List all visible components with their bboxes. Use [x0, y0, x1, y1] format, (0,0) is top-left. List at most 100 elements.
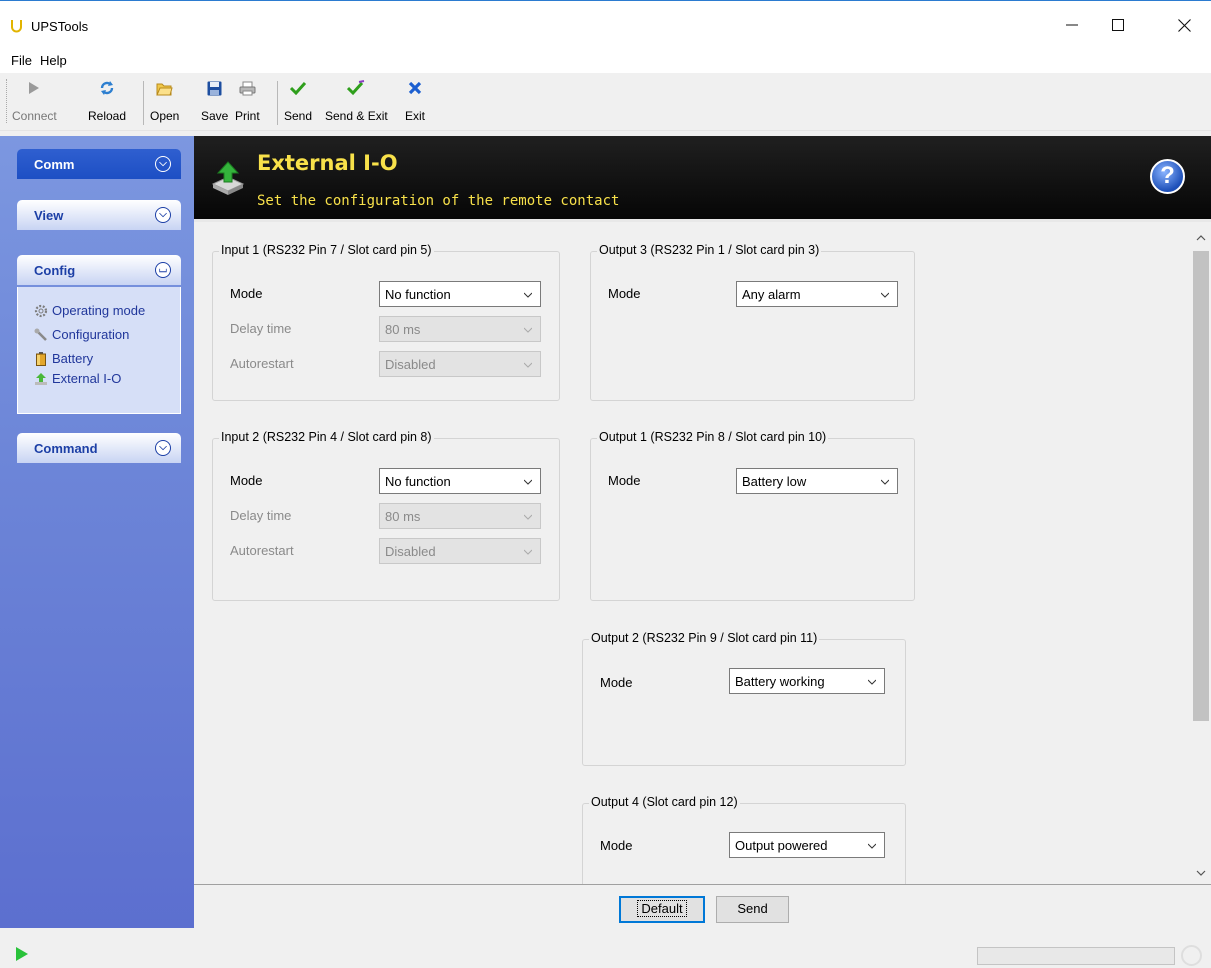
play-status-icon — [16, 947, 28, 961]
checkmark-icon — [289, 79, 307, 97]
save-label: Save — [201, 109, 229, 123]
toolbar-separator — [143, 81, 144, 125]
menu-bar: File Help — [0, 48, 1211, 73]
reload-icon — [98, 79, 116, 97]
panel-title: Comm — [34, 156, 75, 172]
input2-autorestart-select[interactable]: Disabled — [379, 538, 541, 564]
input1-mode-select[interactable]: No function — [379, 281, 541, 307]
vertical-scrollbar[interactable] — [1191, 229, 1211, 884]
select-value: Battery low — [742, 474, 807, 489]
output4-mode-select[interactable]: Output powered — [729, 832, 885, 858]
input2-mode-select[interactable]: No function — [379, 468, 541, 494]
chevron-double-down-icon[interactable]: ⌵ — [155, 156, 171, 172]
sidebar-item-battery[interactable]: Battery — [34, 351, 93, 366]
menu-help[interactable]: Help — [40, 53, 67, 68]
output3-mode-select[interactable]: Any alarm — [736, 281, 898, 307]
print-button[interactable]: Print — [235, 79, 260, 127]
group-title: Input 1 (RS232 Pin 7 / Slot card pin 5) — [219, 243, 434, 257]
send-exit-label: Send & Exit — [325, 109, 388, 123]
sidebar-panel-config[interactable]: Config ⌴ — [17, 255, 181, 285]
toolbar-separator — [277, 81, 278, 125]
select-value: No function — [385, 287, 451, 302]
send-footer-button[interactable]: Send — [716, 896, 789, 923]
sidebar-item-label: External I-O — [52, 371, 122, 386]
exit-label: Exit — [405, 109, 426, 123]
output2-mode-select[interactable]: Battery working — [729, 668, 885, 694]
input2-group: Input 2 (RS232 Pin 4 / Slot card pin 8) … — [212, 430, 560, 601]
mode-label: Mode — [230, 286, 263, 301]
connect-button[interactable]: Connect — [12, 79, 57, 127]
default-button-label: Default — [637, 900, 687, 917]
page-header: External I-O Set the configuration of th… — [194, 136, 1211, 222]
sidebar-item-label: Configuration — [52, 327, 130, 342]
maximize-button[interactable] — [1095, 2, 1141, 48]
printer-icon — [238, 79, 256, 97]
sidebar-panel-command[interactable]: Command ⌵ — [17, 433, 181, 463]
chevron-down-icon — [881, 292, 889, 298]
close-button[interactable] — [1161, 2, 1207, 48]
sidebar-item-external-io[interactable]: External I-O — [34, 371, 121, 386]
chevron-down-icon — [524, 514, 532, 520]
select-value: Disabled — [385, 544, 436, 559]
chevron-down-icon — [524, 479, 532, 485]
default-button[interactable]: Default — [619, 896, 705, 923]
chevron-double-up-icon[interactable]: ⌴ — [155, 262, 171, 278]
scroll-up-icon[interactable] — [1191, 229, 1211, 249]
send-button[interactable]: Send — [284, 79, 312, 127]
panel-title: View — [34, 207, 64, 223]
help-icon[interactable]: ? — [1150, 159, 1185, 194]
input2-delay-select[interactable]: 80 ms — [379, 503, 541, 529]
toolbar-grip[interactable] — [6, 79, 8, 123]
sidebar-panel-view[interactable]: View ⌵ — [17, 200, 181, 230]
chevron-double-down-icon[interactable]: ⌵ — [155, 440, 171, 456]
mode-label: Mode — [600, 675, 633, 690]
group-title: Output 1 (RS232 Pin 8 / Slot card pin 10… — [597, 430, 829, 444]
title-bar: UPSTools — [0, 0, 1211, 48]
sidebar-item-operating-mode[interactable]: Operating mode — [34, 303, 145, 318]
send-exit-button[interactable]: Send & Exit — [325, 79, 388, 127]
exit-button[interactable]: Exit — [405, 79, 425, 127]
input1-autorestart-select[interactable]: Disabled — [379, 351, 541, 377]
group-title: Input 2 (RS232 Pin 4 / Slot card pin 8) — [219, 430, 434, 444]
floppy-icon — [206, 79, 224, 97]
mode-label: Mode — [230, 473, 263, 488]
gear-icon — [34, 304, 48, 318]
delay-label: Delay time — [230, 321, 292, 336]
page-subtitle: Set the configuration of the remote cont… — [257, 193, 620, 209]
input1-group: Input 1 (RS232 Pin 7 / Slot card pin 5) … — [212, 243, 560, 401]
main-content: External I-O Set the configuration of th… — [194, 136, 1211, 903]
minimize-button[interactable] — [1049, 2, 1095, 48]
output3-group: Output 3 (RS232 Pin 1 / Slot card pin 3)… — [590, 243, 915, 401]
chevron-down-icon — [881, 479, 889, 485]
open-button[interactable]: Open — [150, 79, 179, 127]
send-label: Send — [284, 109, 313, 123]
sidebar-item-label: Operating mode — [52, 303, 146, 318]
output1-mode-select[interactable]: Battery low — [736, 468, 898, 494]
select-value: 80 ms — [385, 322, 421, 337]
play-icon — [25, 79, 43, 97]
chevron-double-down-icon[interactable]: ⌵ — [155, 207, 171, 223]
button-bar: Default Send — [194, 884, 1211, 928]
progress-bar — [977, 947, 1175, 965]
reload-button[interactable]: Reload — [88, 79, 126, 127]
chevron-down-icon — [868, 679, 876, 685]
select-value: Battery working — [735, 674, 825, 689]
page-title: External I-O — [257, 151, 398, 175]
chevron-down-icon — [524, 549, 532, 555]
input1-delay-select[interactable]: 80 ms — [379, 316, 541, 342]
select-value: Output powered — [735, 838, 828, 853]
panel-title: Command — [34, 440, 98, 456]
config-panel-body: Operating mode Configuration Battery Ext… — [17, 287, 181, 414]
toolbar: Connect Reload Open Save Print Send Send… — [0, 73, 1211, 131]
menu-file[interactable]: File — [11, 53, 32, 68]
mode-label: Mode — [608, 473, 641, 488]
output2-group: Output 2 (RS232 Pin 9 / Slot card pin 11… — [582, 631, 906, 766]
scrollbar-thumb[interactable] — [1193, 251, 1209, 721]
scroll-down-icon[interactable] — [1191, 864, 1211, 884]
open-label: Open — [150, 109, 180, 123]
save-button[interactable]: Save — [201, 79, 228, 127]
sidebar-panel-comm[interactable]: Comm ⌵ — [17, 149, 181, 179]
sidebar-item-configuration[interactable]: Configuration — [34, 327, 129, 342]
external-io-icon — [211, 161, 245, 195]
checkmark-double-icon — [347, 79, 365, 97]
